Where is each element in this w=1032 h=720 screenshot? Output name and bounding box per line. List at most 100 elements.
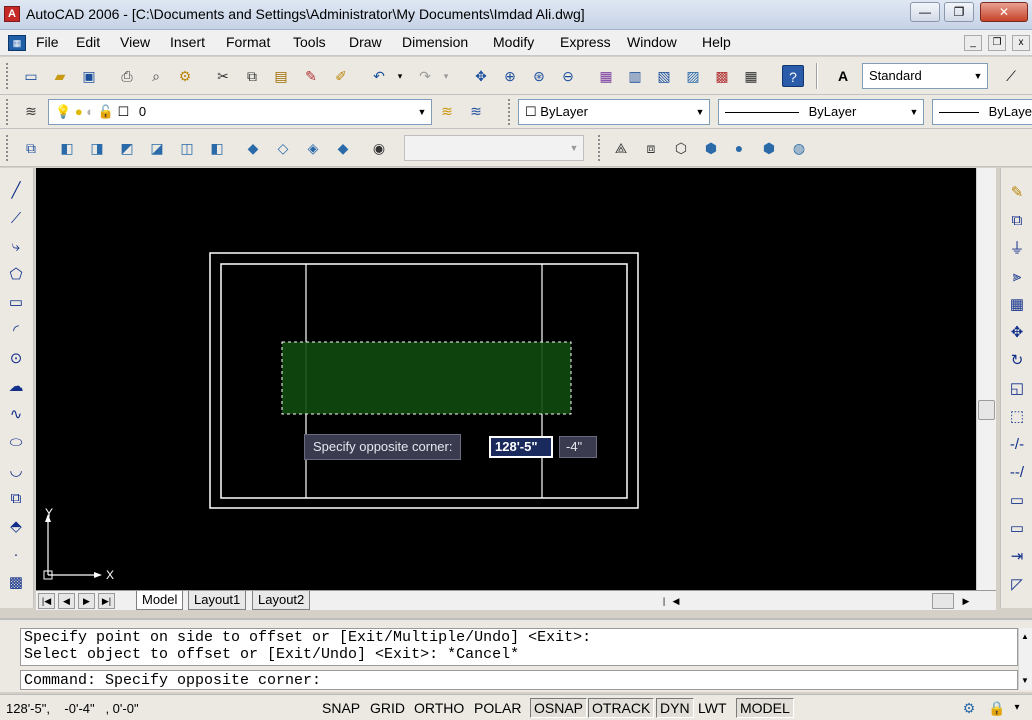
lineweight-dropdown[interactable]: ByLayer [932,99,1032,125]
toolbar-grip[interactable] [6,99,10,125]
gouraud-shaded-icon[interactable]: ● [728,137,750,159]
bottom-view-icon[interactable]: ◨ [86,137,108,159]
color-dropdown[interactable]: ☐ ByLayer ▼ [518,99,710,125]
toolbar-lock-icon[interactable]: 🔒 [986,697,1008,719]
named-views-icon[interactable]: ⧉ [20,137,42,159]
point-icon[interactable]: · [5,544,27,566]
circle-icon[interactable]: ⊙ [5,348,27,370]
menu-dimension[interactable]: Dimension [402,34,468,50]
tab-layout1[interactable]: Layout1 [188,591,247,610]
document-icon[interactable]: ▦ [8,35,26,51]
doc-close-button[interactable]: x [1012,35,1030,51]
otrack-toggle[interactable]: OTRACK [588,698,655,718]
ne-isometric-icon[interactable]: ◈ [302,137,324,159]
zoom-window-icon[interactable]: ⊛ [528,65,550,87]
menu-format[interactable]: Format [226,34,270,50]
snap-toggle[interactable]: SNAP [318,698,364,718]
make-object-layer-current-icon[interactable]: ≋ [436,100,458,122]
markup-icon[interactable]: ▩ [711,65,733,87]
sheet-set-icon[interactable]: ▨ [682,65,704,87]
layer-previous-icon[interactable]: ≋ [465,100,487,122]
right-view-icon[interactable]: ◪ [146,137,168,159]
ellipse-icon[interactable]: ⬭ [5,432,27,454]
vertical-scroll-thumb[interactable] [978,400,995,420]
toolbar-grip[interactable] [6,135,10,161]
menu-draw[interactable]: Draw [349,34,382,50]
scroll-right-icon[interactable]: ▶ [958,593,974,609]
properties-icon[interactable]: ▦ [595,65,617,87]
plot-icon[interactable]: ⎙ [116,65,138,87]
3d-wireframe-icon[interactable]: ⧈ [640,137,662,159]
dynamic-input-x-field[interactable]: 128'-5" [489,436,553,458]
publish-icon[interactable]: ⚙ [174,65,196,87]
2d-wireframe-icon[interactable]: ⟁ [610,137,632,159]
paste-icon[interactable]: ▤ [270,65,292,87]
join-icon[interactable]: ⇥ [1006,546,1028,568]
plot-preview-icon[interactable]: ⌕ [145,65,167,87]
polyline-icon[interactable]: ⤷ [5,236,27,258]
communication-center-icon[interactable]: ⚙ [958,697,980,719]
text-style-dropdown[interactable]: Standard ▼ [862,63,988,89]
gouraud-edges-icon[interactable]: ◍ [788,137,810,159]
copy-object-icon[interactable]: ⧉ [1006,210,1028,232]
tab-layout2[interactable]: Layout2 [252,591,311,610]
insert-block-icon[interactable]: ⧉ [5,488,27,510]
revision-cloud-icon[interactable]: ☁ [5,376,27,398]
spline-icon[interactable]: ∿ [5,404,27,426]
text-style-icon[interactable]: A [832,65,854,87]
view-dropdown[interactable]: ▼ [404,135,584,161]
last-tab-button[interactable]: ▶| [98,593,115,609]
undo-icon[interactable]: ↶ [368,65,390,87]
design-center-icon[interactable]: ▥ [624,65,646,87]
scroll-up-icon[interactable]: ▲ [1021,632,1029,641]
menu-window[interactable]: Window [627,34,677,50]
se-isometric-icon[interactable]: ◇ [272,137,294,159]
restore-button[interactable]: ❐ [944,2,974,22]
nw-isometric-icon[interactable]: ◆ [332,137,354,159]
help-icon[interactable]: ? [782,65,804,87]
hatch-icon[interactable]: ▩ [5,572,27,594]
coordinate-readout[interactable]: 128'-5", -0'-4" , 0'-0" [6,701,139,716]
flat-shaded-edges-icon[interactable]: ⬢ [758,137,780,159]
scroll-down-icon[interactable]: ▼ [1021,676,1029,685]
ellipse-arc-icon[interactable]: ◡ [5,460,27,482]
rectangle-icon[interactable]: ▭ [5,292,27,314]
redo-dropdown-icon[interactable]: ▾ [440,65,452,87]
line-icon[interactable]: ╱ [5,180,27,202]
rotate-icon[interactable]: ↻ [1006,350,1028,372]
left-view-icon[interactable]: ◩ [116,137,138,159]
prev-tab-button[interactable]: ◀ [58,593,75,609]
extend-icon[interactable]: --/ [1006,462,1028,484]
doc-restore-button[interactable]: ❐ [988,35,1006,51]
array-icon[interactable]: ▦ [1006,294,1028,316]
sw-isometric-icon[interactable]: ◆ [242,137,264,159]
layer-manager-icon[interactable]: ≋ [20,100,42,122]
save-icon[interactable]: ▣ [78,65,100,87]
command-scrollbar[interactable]: ▲ ▼ [1018,628,1032,690]
cut-icon[interactable]: ✂ [212,65,234,87]
polygon-icon[interactable]: ⬠ [5,264,27,286]
top-view-icon[interactable]: ◧ [56,137,78,159]
make-block-icon[interactable]: ⬘ [5,516,27,538]
chamfer-icon[interactable]: ◸ [1006,574,1028,596]
polar-toggle[interactable]: POLAR [470,698,525,718]
toolbar-grip[interactable] [598,135,602,161]
menu-tools[interactable]: Tools [293,34,326,50]
next-tab-button[interactable]: ▶ [78,593,95,609]
move-icon[interactable]: ✥ [1006,322,1028,344]
doc-minimize-button[interactable]: _ [964,35,982,51]
front-view-icon[interactable]: ◫ [176,137,198,159]
scroll-left-icon[interactable]: ◀ [668,593,684,609]
pan-realtime-icon[interactable]: ✥ [470,65,492,87]
menu-modify[interactable]: Modify [493,34,534,50]
close-button[interactable]: ✕ [980,2,1028,22]
status-menu-chevron-icon[interactable]: ▾ [1010,697,1024,719]
minimize-button[interactable]: — [910,2,940,22]
toolbar-grip[interactable] [508,99,512,125]
command-line-input[interactable]: Command: Specify opposite corner: [20,670,1018,690]
break-icon[interactable]: ▭ [1006,518,1028,540]
menu-view[interactable]: View [120,34,150,50]
vertical-scrollbar[interactable] [976,168,996,590]
copy-icon[interactable]: ⧉ [241,65,263,87]
menu-express[interactable]: Express [560,34,611,50]
